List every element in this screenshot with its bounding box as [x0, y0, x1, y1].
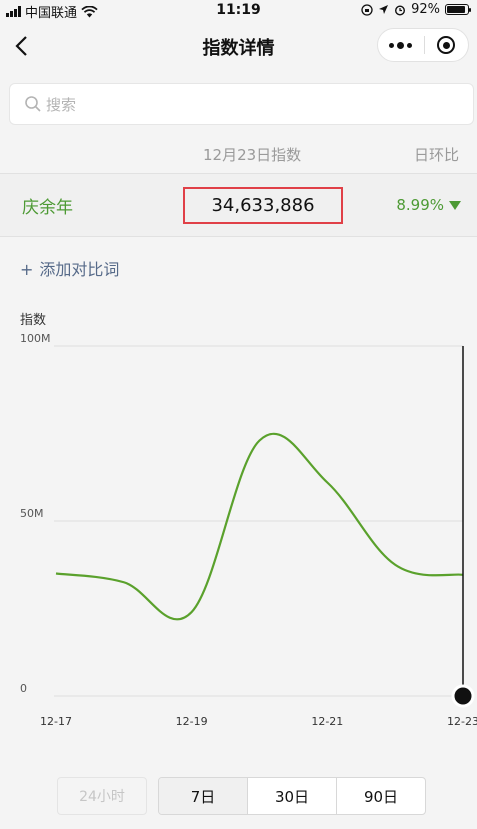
index-column-header: 12月23日指数: [203, 146, 302, 164]
x-tick-label: 12-19: [176, 715, 208, 728]
more-dots-icon: [389, 42, 395, 48]
crosshair-marker: [451, 684, 475, 708]
status-bar: 中国联通 11:19 92%: [0, 0, 477, 22]
add-compare-label: 添加对比词: [39, 260, 120, 279]
plus-icon: +: [20, 260, 34, 279]
keyword-name: 庆余年: [22, 198, 73, 218]
nav-bar: 指数详情: [0, 22, 477, 70]
daily-change-value: 8.99%: [396, 196, 444, 214]
tab-24h: 24小时: [57, 777, 147, 815]
alarm-icon: [395, 4, 406, 16]
y-tick-label: 0: [20, 682, 27, 695]
battery-icon: [445, 4, 471, 15]
y-tick-label: 50M: [20, 507, 44, 520]
daily-change: 8.99%: [396, 196, 461, 214]
add-compare-button[interactable]: + 添加对比词: [20, 256, 119, 280]
battery-percent: 92%: [411, 2, 440, 17]
miniprogram-capsule: [377, 28, 469, 62]
divider: [0, 236, 477, 237]
time-range-selector: 24小时 7日 30日 90日: [0, 777, 477, 817]
tab-7d[interactable]: 7日: [159, 778, 247, 814]
close-button[interactable]: [424, 29, 468, 61]
status-right: 92%: [361, 2, 471, 17]
index-value: 34,633,886: [211, 195, 315, 216]
tab-30d[interactable]: 30日: [247, 778, 336, 814]
y-axis-label: 指数: [20, 313, 46, 328]
search-icon: [25, 96, 41, 112]
more-dot: [397, 41, 405, 49]
index-line-chart: 指数 0 50M 100M 12-17 12-19 12-21 12-23: [20, 313, 477, 728]
series-line: [55, 432, 464, 621]
index-value-highlight: 34,633,886: [183, 187, 343, 224]
battery-fill: [447, 6, 466, 13]
screen-lock-icon: [361, 3, 373, 16]
tab-90d[interactable]: 90日: [336, 778, 425, 814]
more-dot: [407, 42, 413, 48]
keyword-row[interactable]: 庆余年 34,633,886 8.99%: [0, 174, 477, 236]
down-arrow-icon: [449, 200, 461, 210]
location-icon: [379, 5, 389, 14]
x-tick-label: 12-17: [40, 715, 72, 728]
target-dot: [442, 41, 450, 49]
search-placeholder: 搜索: [46, 95, 77, 114]
x-tick-label: 12-23: [447, 715, 477, 728]
search-input[interactable]: 搜索: [9, 83, 474, 125]
more-button[interactable]: [378, 29, 424, 61]
ratio-column-header: 日环比: [413, 146, 459, 164]
time-range-tabs: 7日 30日 90日: [158, 777, 426, 815]
target-circle-icon: [437, 36, 456, 54]
y-tick-label: 100M: [20, 332, 51, 345]
x-tick-label: 12-21: [311, 715, 343, 728]
